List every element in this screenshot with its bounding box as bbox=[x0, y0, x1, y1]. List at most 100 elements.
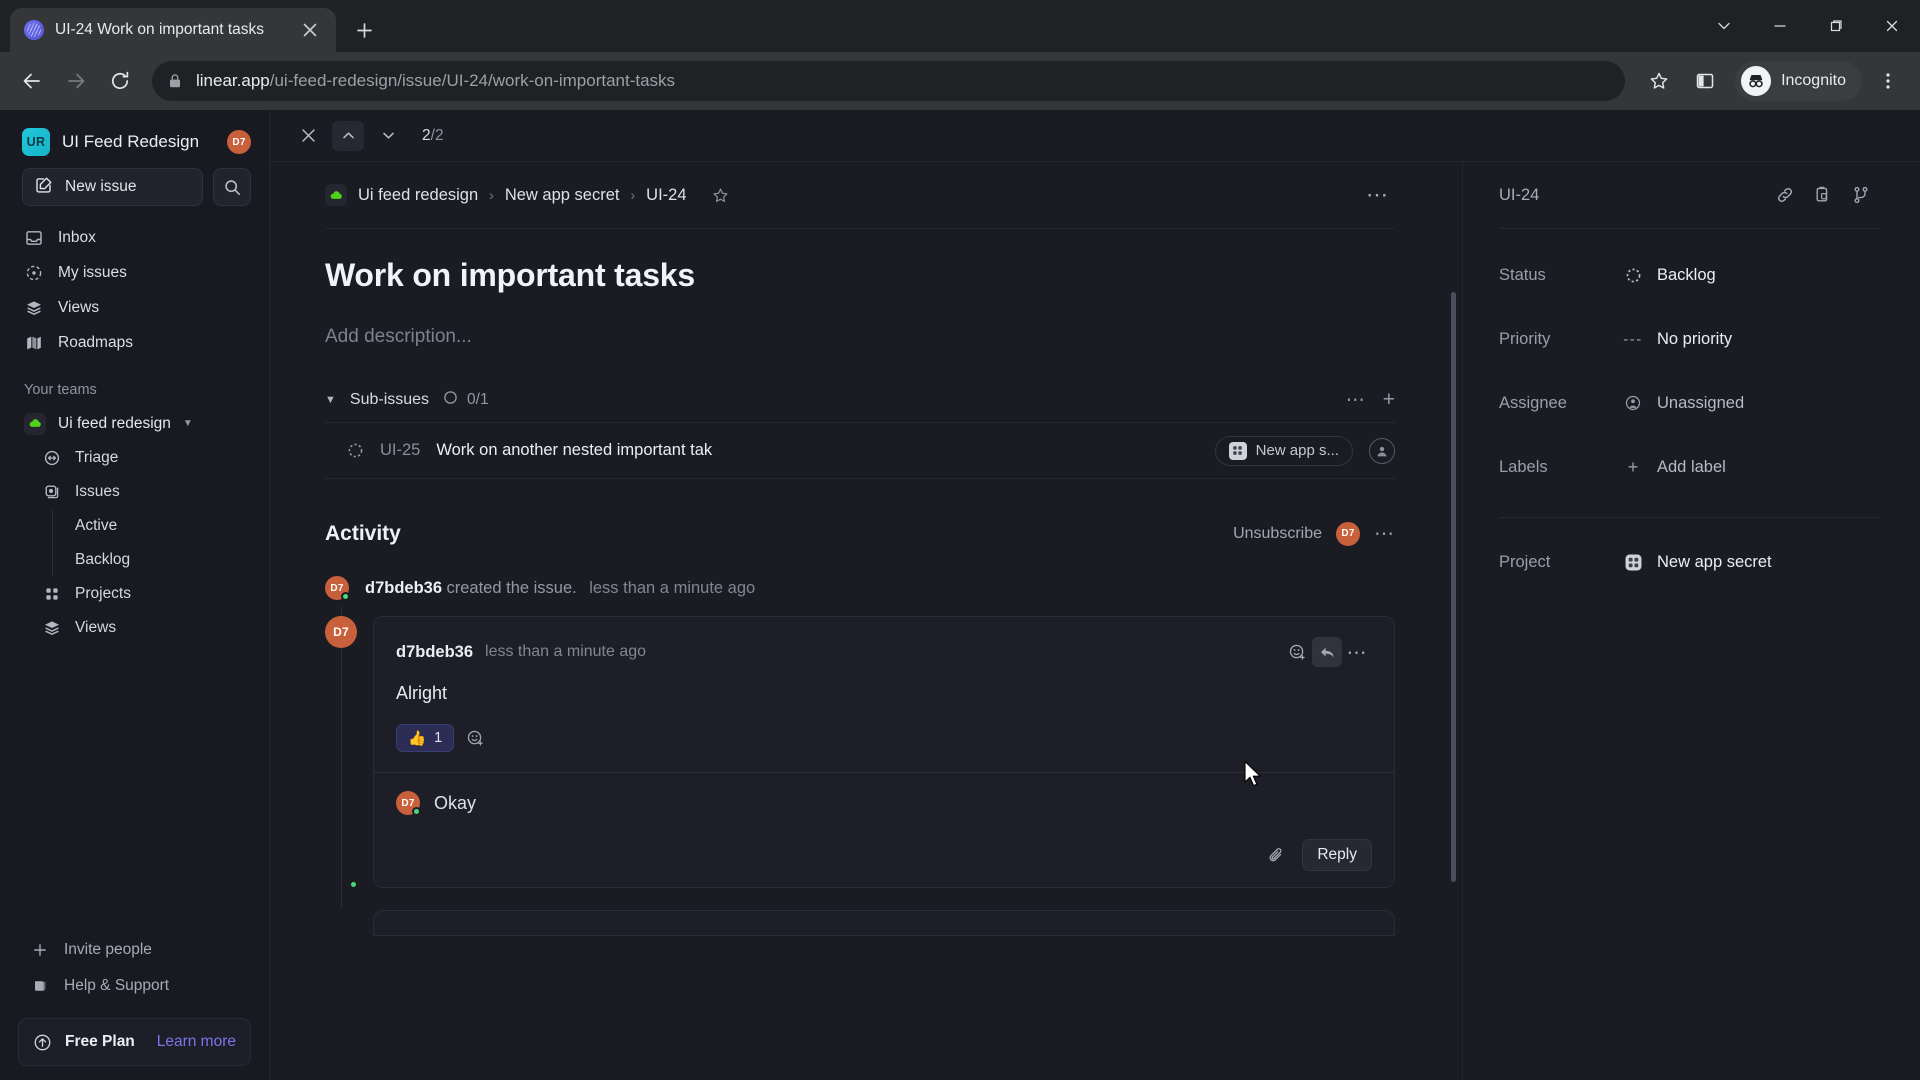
reply-arrow-icon[interactable] bbox=[1312, 637, 1342, 667]
table-row[interactable]: UI-25 Work on another nested important t… bbox=[325, 423, 1395, 479]
backlog-circle-icon[interactable] bbox=[347, 442, 364, 459]
activity-more-icon[interactable]: ⋯ bbox=[1374, 521, 1395, 546]
sidebar-item-projects[interactable]: Projects bbox=[32, 577, 255, 611]
plan-box[interactable]: Free Plan Learn more bbox=[18, 1018, 251, 1066]
tab-strip: UI-24 Work on important tasks bbox=[0, 0, 1920, 52]
reply-actions: Reply bbox=[396, 815, 1372, 871]
issue-more-menu-icon[interactable]: ⋯ bbox=[1366, 182, 1395, 208]
link-icon[interactable] bbox=[1766, 178, 1804, 212]
property-priority[interactable]: Priority --- No priority bbox=[1499, 307, 1880, 371]
chevron-down-icon[interactable] bbox=[1696, 0, 1752, 52]
property-assignee[interactable]: Assignee Unassigned bbox=[1499, 371, 1880, 435]
sidebar-item-views[interactable]: Views bbox=[14, 290, 255, 325]
window-close-icon[interactable] bbox=[1864, 0, 1920, 52]
property-value-text: No priority bbox=[1657, 329, 1733, 348]
comment-time: less than a minute ago bbox=[485, 643, 647, 660]
sidebar-item-active[interactable]: Active bbox=[53, 509, 255, 543]
learn-more-link[interactable]: Learn more bbox=[157, 1033, 236, 1051]
side-panel-icon[interactable] bbox=[1685, 61, 1725, 101]
reload-icon[interactable] bbox=[100, 61, 140, 101]
search-button[interactable] bbox=[213, 168, 251, 206]
project-pill-label: New app s... bbox=[1255, 442, 1339, 459]
sidebar-item-issues[interactable]: Issues bbox=[32, 475, 255, 509]
sidebar-item-triage[interactable]: Triage bbox=[32, 441, 255, 475]
new-issue-button[interactable]: New issue bbox=[22, 168, 203, 206]
sidebar-team-ui-feed-redesign[interactable]: Ui feed redesign ▼ bbox=[14, 406, 255, 441]
sidebar-item-roadmaps[interactable]: Roadmaps bbox=[14, 325, 255, 360]
favorite-star-icon[interactable] bbox=[712, 187, 729, 204]
properties-panel: UI-24 Status Backlog Priority --- No pri… bbox=[1462, 162, 1920, 1080]
user-circle-icon[interactable] bbox=[1369, 437, 1395, 464]
breadcrumb-project[interactable]: New app secret bbox=[505, 186, 620, 205]
issues-subnav: Active Backlog bbox=[52, 509, 255, 577]
sub-issues-more-icon[interactable]: ⋯ bbox=[1346, 389, 1365, 412]
vertical-scrollbar[interactable] bbox=[1451, 292, 1456, 882]
close-issue-button[interactable] bbox=[292, 121, 324, 151]
reaction-thumbsup[interactable]: 👍 1 bbox=[396, 724, 455, 752]
copy-icon[interactable] bbox=[1804, 178, 1842, 212]
sidebar-item-backlog[interactable]: Backlog bbox=[53, 543, 255, 577]
workspace-logo: UR bbox=[22, 128, 50, 156]
sidebar-item-label: My issues bbox=[58, 263, 127, 281]
previous-issue-button[interactable] bbox=[332, 120, 364, 151]
activity-user[interactable]: d7bdeb36 bbox=[365, 579, 442, 597]
close-icon[interactable] bbox=[298, 18, 322, 42]
reply-composer[interactable]: D7 Okay Reply bbox=[374, 772, 1394, 887]
browser-tab[interactable]: UI-24 Work on important tasks bbox=[10, 8, 336, 52]
activity-time: less than a minute ago bbox=[589, 578, 756, 597]
chevron-down-icon[interactable]: ▼ bbox=[183, 418, 193, 429]
more-menu-icon[interactable] bbox=[1868, 61, 1908, 101]
sub-issue-project-pill[interactable]: New app s... bbox=[1214, 435, 1353, 466]
help-support-button[interactable]: Help & Support bbox=[20, 968, 249, 1004]
address-bar[interactable]: linear.app/ui-feed-redesign/issue/UI-24/… bbox=[152, 61, 1626, 101]
property-project[interactable]: Project New app secret bbox=[1499, 530, 1880, 594]
property-status[interactable]: Status Backlog bbox=[1499, 243, 1880, 307]
sidebar-item-label: Inbox bbox=[58, 228, 96, 246]
avatar[interactable]: D7 bbox=[227, 130, 251, 154]
avatar[interactable]: D7 bbox=[1336, 521, 1360, 546]
sidebar-item-my-issues[interactable]: My issues bbox=[14, 255, 255, 290]
emoji-icon[interactable] bbox=[1282, 637, 1312, 667]
branch-icon[interactable] bbox=[1842, 178, 1880, 212]
primary-nav: Inbox My issues Views Roadmaps bbox=[0, 206, 269, 360]
comment-card: d7bdeb36 less than a minute ago ⋯ Alrigh… bbox=[373, 616, 1395, 888]
profile-incognito-button[interactable]: Incognito bbox=[1735, 61, 1862, 101]
page-title[interactable]: Work on important tasks bbox=[325, 229, 1395, 294]
sidebar-item-team-views[interactable]: Views bbox=[32, 611, 255, 645]
comment-more-icon[interactable]: ⋯ bbox=[1342, 637, 1372, 667]
comment-author[interactable]: d7bdeb36 bbox=[396, 643, 473, 662]
project-grid-icon bbox=[1228, 441, 1247, 460]
bookmark-star-icon[interactable] bbox=[1639, 61, 1679, 101]
workspace-header[interactable]: UR UI Feed Redesign D7 bbox=[0, 110, 269, 168]
reply-input[interactable]: Okay bbox=[434, 793, 476, 814]
team-nav: Triage Issues Active Backlog Projects Vi… bbox=[14, 441, 255, 645]
new-issue-label: New issue bbox=[65, 178, 137, 195]
forward-icon[interactable] bbox=[56, 61, 96, 101]
sidebar-item-inbox[interactable]: Inbox bbox=[14, 220, 255, 255]
chevron-down-icon[interactable]: ▼ bbox=[325, 394, 336, 406]
triage-icon bbox=[42, 449, 62, 467]
back-icon[interactable] bbox=[12, 61, 52, 101]
minimize-icon[interactable] bbox=[1752, 0, 1808, 52]
maximize-icon[interactable] bbox=[1808, 0, 1864, 52]
new-tab-button[interactable] bbox=[346, 12, 382, 48]
description-placeholder[interactable]: Add description... bbox=[325, 294, 1395, 388]
linear-logo-icon bbox=[24, 20, 44, 40]
breadcrumb-team[interactable]: Ui feed redesign bbox=[358, 186, 478, 205]
plan-name: Free Plan bbox=[65, 1033, 135, 1050]
sidebar-item-label: Views bbox=[75, 619, 117, 636]
add-reaction-icon[interactable] bbox=[466, 729, 485, 748]
browser-toolbar: linear.app/ui-feed-redesign/issue/UI-24/… bbox=[0, 52, 1920, 110]
sub-issues-add-icon[interactable]: + bbox=[1383, 388, 1395, 412]
reply-button[interactable]: Reply bbox=[1302, 839, 1372, 871]
arrow-up-circle-icon bbox=[33, 1033, 52, 1052]
linear-app: UR UI Feed Redesign D7 New issue Inbox M… bbox=[0, 110, 1920, 1080]
breadcrumb: Ui feed redesign › New app secret › UI-2… bbox=[325, 162, 729, 228]
property-labels[interactable]: Labels + Add label bbox=[1499, 435, 1880, 499]
next-issue-button[interactable] bbox=[372, 121, 404, 151]
paperclip-icon[interactable] bbox=[1267, 846, 1286, 865]
invite-people-button[interactable]: Invite people bbox=[20, 932, 249, 968]
project-grid-icon bbox=[1623, 553, 1643, 572]
unsubscribe-button[interactable]: Unsubscribe bbox=[1233, 525, 1322, 543]
breadcrumb-issue-id[interactable]: UI-24 bbox=[646, 186, 686, 205]
